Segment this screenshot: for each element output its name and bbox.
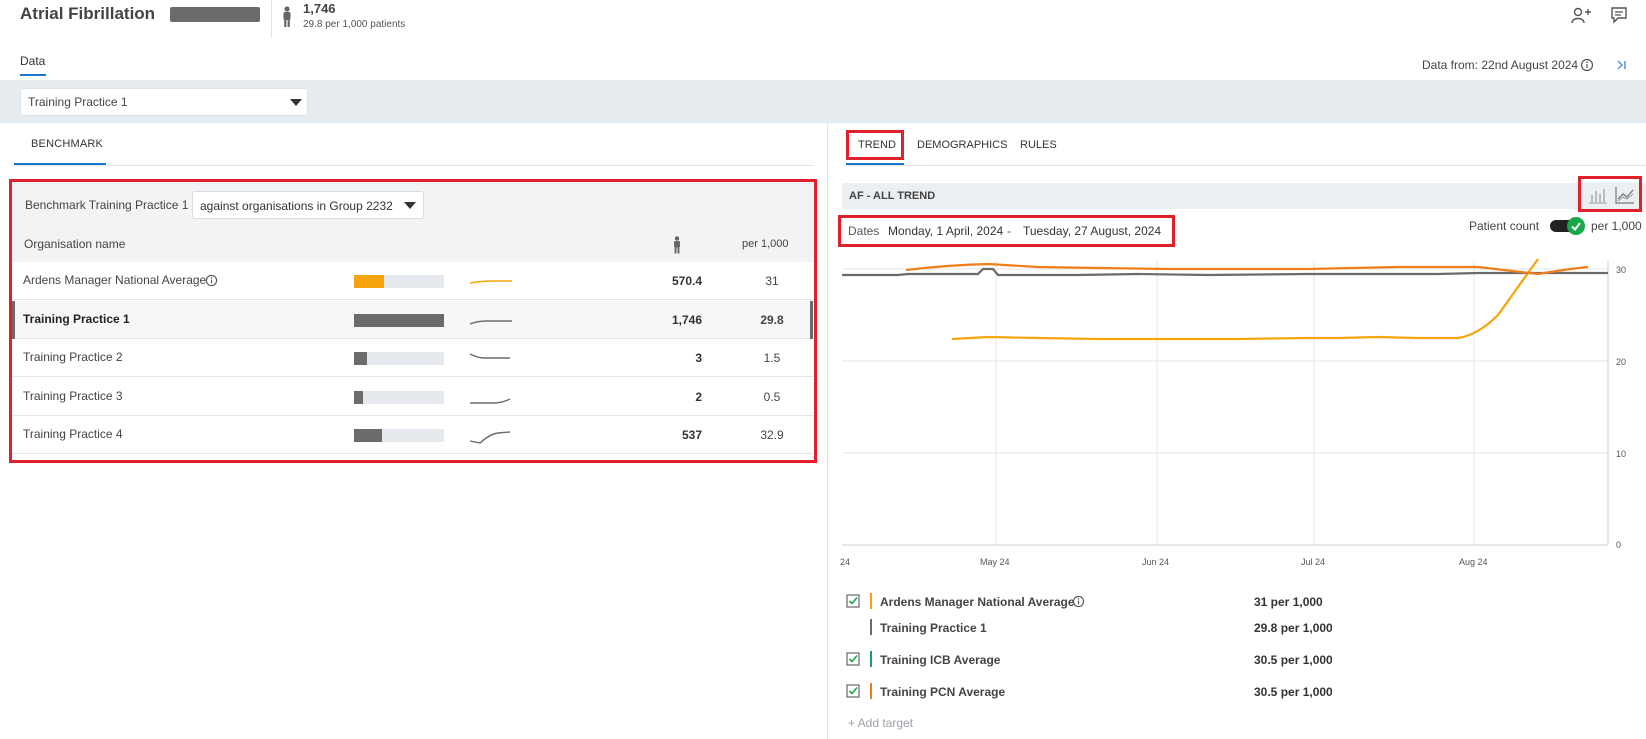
tab-data[interactable]: Data [20, 54, 45, 68]
x-tick-labels: 24 May 24 Jun 24 Jul 24 Aug 24 [840, 557, 1488, 567]
chart-gridlines [842, 261, 1609, 546]
legend-swatch [870, 593, 872, 609]
benchmark-highlight-box [9, 179, 817, 463]
x-tick-label: Jun 24 [1142, 557, 1169, 567]
legend-value: 29.8 per 1,000 [1254, 621, 1333, 635]
page-title: Atrial Fibrillation [20, 4, 156, 23]
tab-data-underline [20, 74, 46, 76]
legend-swatch [870, 619, 872, 635]
per1000-toggle-label: per 1,000 [1591, 219, 1642, 233]
tab-demographics[interactable]: DEMOGRAPHICS [917, 139, 1007, 151]
y-tick-label: 30 [1616, 265, 1626, 275]
add-user-button[interactable] [1571, 6, 1593, 27]
date-separator: - [1007, 224, 1011, 238]
header-divider [271, 0, 272, 38]
legend-item[interactable]: Training ICB Average 30.5 per 1,000 [846, 650, 1446, 670]
patient-count-toggle-label: Patient count [1469, 219, 1540, 233]
legend-item[interactable]: Training PCN Average 30.5 per 1,000 [846, 682, 1446, 702]
checkbox-checked-icon[interactable] [846, 684, 860, 701]
tab-rules[interactable]: RULES [1020, 139, 1057, 151]
collapse-panel-icon[interactable] [1614, 58, 1628, 75]
y-tick-label: 10 [1616, 449, 1626, 459]
x-tick-label: Aug 24 [1459, 557, 1488, 567]
legend-item[interactable]: Ardens Manager National Average 31 per 1… [846, 592, 1446, 612]
tab-divider [846, 165, 1646, 166]
redacted-badge [170, 7, 260, 22]
date-from-picker[interactable]: Monday, 1 April, 2024 [888, 224, 1003, 238]
info-icon[interactable] [1072, 595, 1085, 611]
data-from-label: Data from: 22nd August 2024 [1422, 58, 1579, 72]
add-target-link[interactable]: + Add target [848, 716, 913, 730]
panel-divider [827, 123, 828, 739]
legend-label: Training PCN Average [880, 685, 1006, 699]
legend-swatch [870, 683, 872, 699]
caret-down-icon[interactable] [290, 99, 302, 106]
legend-item: Training Practice 1 29.8 per 1,000 [846, 618, 1446, 638]
legend-value: 30.5 per 1,000 [1254, 653, 1333, 667]
legend-label: Training ICB Average [880, 653, 1001, 667]
trend-chart: 30 20 10 0 24 May 24 Jun 24 Jul 24 Aug 2… [840, 258, 1626, 567]
trend-header [842, 183, 1646, 209]
checkbox-checked-icon[interactable] [846, 594, 860, 611]
legend-label: Ardens Manager National Average [880, 595, 1075, 609]
legend-label: Training Practice 1 [880, 621, 987, 635]
practice-select-value: Training Practice 1 [28, 95, 128, 109]
legend-value: 30.5 per 1,000 [1254, 685, 1333, 699]
x-tick-label: Jul 24 [1301, 557, 1325, 567]
series-line-ardens-national-average [951, 258, 1539, 341]
patient-count: 1,746 [303, 1, 336, 16]
feedback-icon[interactable] [1610, 6, 1628, 27]
check-icon[interactable] [1567, 217, 1585, 235]
y-tick-label: 0 [1616, 540, 1621, 550]
person-icon [281, 6, 293, 31]
checkbox-checked-icon[interactable] [846, 652, 860, 669]
tab-divider [14, 165, 814, 166]
trend-title: AF - ALL TREND [849, 190, 936, 202]
legend-value: 31 per 1,000 [1254, 595, 1323, 609]
y-tick-label: 20 [1616, 357, 1626, 367]
dates-label: Dates [848, 224, 880, 238]
tab-benchmark[interactable]: BENCHMARK [31, 138, 103, 150]
info-icon[interactable] [1580, 58, 1594, 75]
x-tick-label: 24 [840, 557, 850, 567]
legend-swatch [870, 651, 872, 667]
date-to-picker[interactable]: Tuesday, 27 August, 2024 [1023, 224, 1161, 238]
patient-count-rate: 29.8 per 1,000 patients [303, 19, 406, 30]
y-tick-labels: 30 20 10 0 [1616, 265, 1626, 550]
tab-trend[interactable]: TREND [858, 139, 896, 151]
x-tick-label: May 24 [980, 557, 1010, 567]
chart-type-highlight [1578, 176, 1642, 212]
